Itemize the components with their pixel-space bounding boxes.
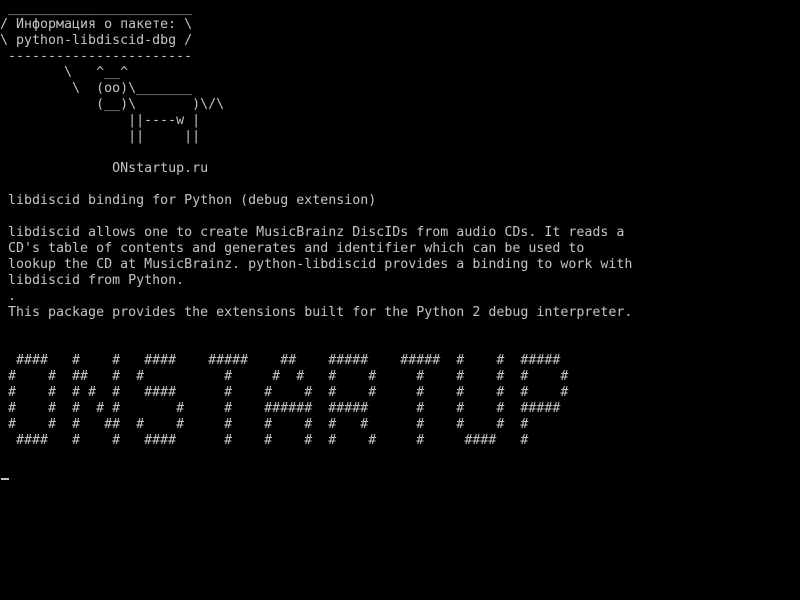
- description-line: CD's table of contents and generates and…: [0, 241, 585, 256]
- cow-ascii-line: \ (oo)\_______: [0, 81, 193, 96]
- ascii-banner-line: # # # # # # # ###### ##### # # # #####: [0, 401, 561, 416]
- terminal-screen[interactable]: _______________________ / Информация о п…: [0, 0, 800, 600]
- site-credit: ONstartup.ru: [0, 161, 209, 176]
- description-line: This package provides the extensions bui…: [0, 305, 633, 320]
- ascii-banner-line: #### # # #### ##### ## ##### ##### # # #…: [0, 353, 561, 368]
- description-line: lookup the CD at MusicBrainz. python-lib…: [0, 257, 633, 272]
- text-cursor[interactable]: [1, 478, 9, 480]
- cow-ascii-line: || ||: [0, 129, 201, 144]
- package-summary: libdiscid binding for Python (debug exte…: [0, 193, 377, 208]
- cow-ascii-line: ||----w |: [0, 113, 201, 128]
- speech-bubble-package-name: \ python-libdiscid-dbg /: [0, 33, 193, 48]
- speech-bubble-top-border: _______________________: [0, 1, 193, 16]
- cow-ascii-line: (__)\ )\/\: [0, 97, 225, 112]
- ascii-banner-line: #### # # #### # # # # # # #### #: [0, 433, 529, 448]
- description-line: libdiscid from Python.: [0, 273, 185, 288]
- speech-bubble-title: / Информация о пакете: \: [0, 17, 193, 32]
- ascii-banner-line: # # # # # #### # # # # # # # # # #: [0, 385, 569, 400]
- ascii-banner-line: # # ## # # # # # # # # # # # #: [0, 369, 569, 384]
- cow-ascii-line: \ ^__^: [0, 65, 129, 80]
- description-line: libdiscid allows one to create MusicBrai…: [0, 225, 625, 240]
- description-line: .: [0, 289, 17, 304]
- speech-bubble-bottom-border: -----------------------: [0, 49, 193, 64]
- ascii-banner-line: # # # ## # # # # # # # # # # #: [0, 417, 529, 432]
